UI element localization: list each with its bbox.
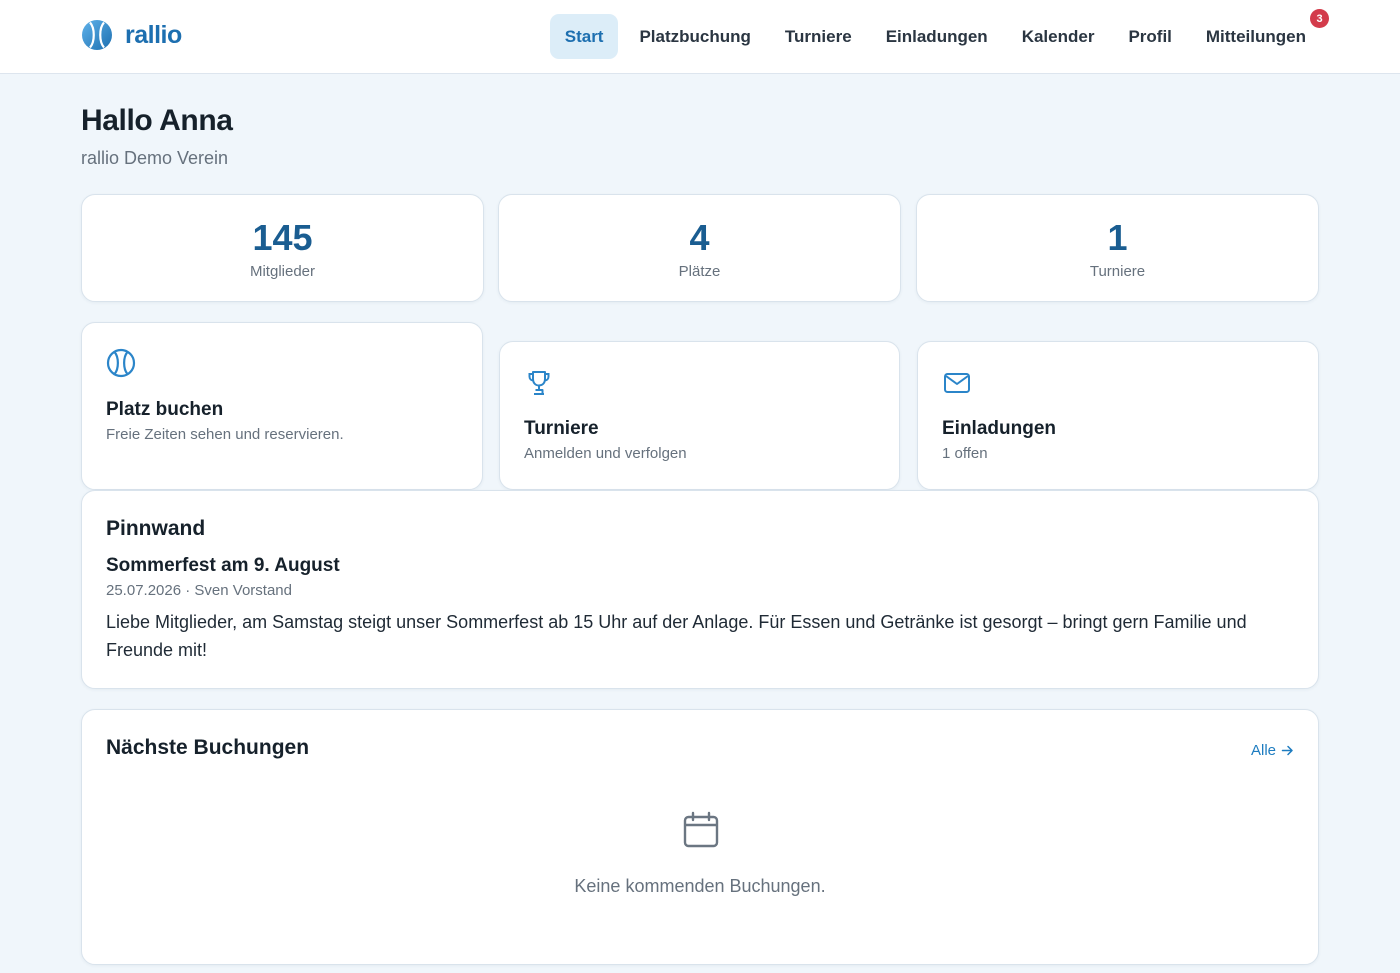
post-body: Liebe Mitglieder, am Samstag steigt unse… xyxy=(106,612,1247,660)
post-title: Sommerfest am 9. August xyxy=(106,555,340,576)
nav-kalender[interactable]: Kalender xyxy=(1006,14,1111,59)
nav-label: Mitteilungen xyxy=(1205,26,1306,46)
stat-label: Turniere xyxy=(1089,263,1146,280)
stat-card-members: 145 Mitglieder xyxy=(81,194,484,302)
stat-card-tournaments: 1 Turniere xyxy=(916,194,1319,302)
empty-state-text: Keine kommenden Buchungen. xyxy=(574,876,826,896)
section-title: Nächste Buchungen xyxy=(106,736,310,759)
nav-platzbuchung[interactable]: Platzbuchung xyxy=(623,14,766,59)
club-name: rallio Demo Verein xyxy=(81,148,229,168)
action-card-turniere[interactable]: Turniere Anmelden und verfolgen xyxy=(499,341,900,490)
action-title: Einladungen xyxy=(942,418,1056,439)
action-subtitle: Freie Zeiten sehen und reservieren. xyxy=(106,426,344,443)
action-card-platz-buchen[interactable]: Platz buchen Freie Zeiten sehen und rese… xyxy=(81,322,483,490)
stat-value: 1 xyxy=(1107,217,1128,258)
stat-card-courts: 4 Plätze xyxy=(498,194,901,302)
brand-name: rallio xyxy=(125,20,182,49)
nav-start[interactable]: Start xyxy=(549,14,619,59)
tennis-ball-logo-icon xyxy=(82,20,112,50)
all-bookings-link[interactable]: Alle xyxy=(1251,742,1294,759)
action-subtitle: 1 offen xyxy=(942,445,988,462)
link-label: Alle xyxy=(1250,742,1276,759)
top-navbar: rallio Start Platzbuchung Turniere Einla… xyxy=(0,0,1400,74)
nav-profil[interactable]: Profil xyxy=(1112,14,1187,59)
nav-mitteilungen[interactable]: Mitteilungen 3 xyxy=(1190,9,1329,59)
post-meta: 25.07.2026 · Sven Vorstand xyxy=(106,582,292,599)
action-card-einladungen[interactable]: Einladungen 1 offen xyxy=(917,341,1319,490)
nav-label: Turniere xyxy=(784,26,852,46)
action-title: Platz buchen xyxy=(106,399,224,420)
action-subtitle: Anmelden und verfolgen xyxy=(524,445,687,462)
nav-label: Profil xyxy=(1128,26,1172,46)
stat-label: Mitglieder xyxy=(249,263,316,280)
nav-label: Kalender xyxy=(1021,26,1095,46)
tennis-ball-icon xyxy=(106,348,136,378)
stat-value: 4 xyxy=(689,217,710,258)
action-title: Turniere xyxy=(524,418,599,439)
bookings-card: Nächste Buchungen Alle Keine kommenden B… xyxy=(81,709,1319,965)
nav-label: Einladungen xyxy=(885,26,988,46)
stat-label: Plätze xyxy=(678,263,721,280)
nav-label: Start xyxy=(564,26,604,46)
main-nav: Start Platzbuchung Turniere Einladungen … xyxy=(548,9,1329,59)
notification-badge: 3 xyxy=(1310,9,1329,28)
trophy-icon xyxy=(528,371,550,395)
nav-label: Platzbuchung xyxy=(639,26,751,46)
page-title: Hallo Anna xyxy=(81,104,233,137)
stat-value: 145 xyxy=(252,217,313,258)
pinboard-card: Pinnwand Sommerfest am 9. August 25.07.2… xyxy=(81,490,1319,689)
arrow-right-icon xyxy=(1281,745,1293,756)
nav-einladungen[interactable]: Einladungen xyxy=(870,14,1004,59)
section-title: Pinnwand xyxy=(106,517,206,540)
nav-turniere[interactable]: Turniere xyxy=(769,14,868,59)
mail-icon xyxy=(944,373,970,393)
calendar-icon xyxy=(683,811,719,848)
brand-logo[interactable]: rallio xyxy=(81,19,182,51)
